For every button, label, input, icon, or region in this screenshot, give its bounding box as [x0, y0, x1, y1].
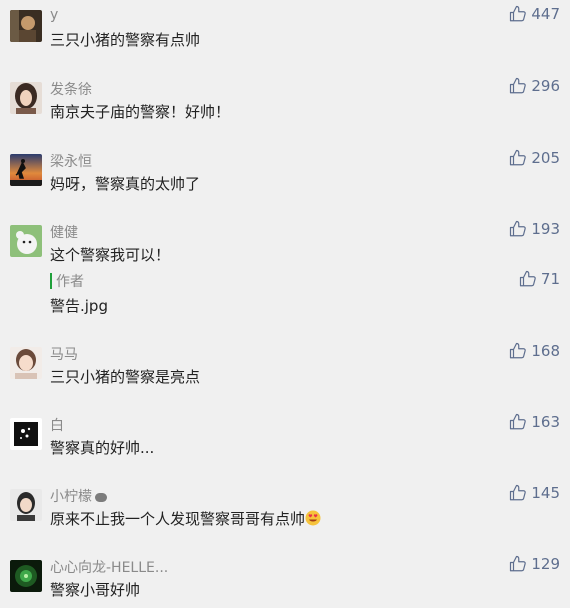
thumbs-up-icon: [510, 77, 527, 94]
comment-text: 原来不止我一个人发现警察哥哥有点帅: [50, 508, 321, 529]
avatar[interactable]: [10, 418, 42, 450]
user-badge-icon: [95, 492, 107, 502]
like-count: 447: [531, 5, 560, 23]
like-button[interactable]: 145: [509, 484, 560, 502]
reply-text: 警告.jpg: [50, 297, 108, 315]
avatar[interactable]: [10, 10, 42, 42]
nickname[interactable]: y: [50, 7, 58, 23]
avatar-icon: [10, 154, 42, 186]
nickname-text: 小柠檬: [50, 489, 92, 505]
like-button[interactable]: 205: [509, 149, 560, 167]
smiling-face-with-heart-eyes-icon: [305, 510, 321, 526]
like-button[interactable]: 447: [509, 5, 560, 23]
thumbs-up-icon: [510, 149, 527, 166]
nickname[interactable]: 梁永恒: [50, 151, 92, 171]
like-count: 129: [531, 555, 560, 573]
avatar-icon: [10, 347, 42, 379]
avatar[interactable]: [10, 489, 42, 521]
nickname[interactable]: 小柠檬: [50, 486, 107, 506]
comment-text: 三只小猪的警察是亮点: [50, 368, 201, 386]
like-count: 168: [531, 342, 560, 360]
like-count: 71: [540, 270, 560, 288]
thumbs-up-icon: [510, 342, 527, 359]
comment-text: 警察小哥好帅: [50, 581, 141, 599]
thumbs-up-icon: [510, 555, 527, 572]
like-button[interactable]: 129: [509, 555, 560, 573]
avatar[interactable]: [10, 154, 42, 186]
thumbs-up-icon: [510, 5, 527, 22]
comment-text: 妈呀，警察真的太帅了: [50, 175, 201, 193]
like-button[interactable]: 193: [509, 220, 560, 238]
avatar[interactable]: [10, 560, 42, 592]
avatar-icon: [10, 10, 42, 42]
like-count: 163: [531, 413, 560, 431]
avatar-icon: [10, 82, 42, 114]
thumbs-up-icon: [510, 484, 527, 501]
avatar[interactable]: [10, 347, 42, 379]
reply-indicator-bar: [50, 273, 52, 289]
like-count: 145: [531, 484, 560, 502]
like-count: 205: [531, 149, 560, 167]
avatar-icon: [10, 560, 42, 592]
like-count: 193: [531, 220, 560, 238]
nickname[interactable]: 心心向龙-HELLE...: [50, 557, 168, 577]
comment-text-content: 原来不止我一个人发现警察哥哥有点帅: [50, 510, 306, 528]
avatar[interactable]: [10, 82, 42, 114]
avatar[interactable]: [10, 225, 42, 257]
thumbs-up-icon: [519, 270, 536, 287]
comment-text: 南京夫子庙的警察！好帅！: [50, 103, 231, 121]
comment-text: 三只小猪的警察有点帅: [50, 31, 201, 49]
nickname[interactable]: 白: [50, 415, 64, 435]
nickname[interactable]: 发条徐: [50, 79, 92, 99]
avatar-icon: [10, 489, 42, 521]
like-button[interactable]: 163: [509, 413, 560, 431]
reply-author: 作者: [56, 274, 84, 290]
comment-text: 警察真的好帅...: [50, 439, 155, 457]
like-count: 296: [531, 77, 560, 95]
like-button[interactable]: 168: [509, 342, 560, 360]
reply-like-button[interactable]: 71: [519, 270, 560, 288]
nickname[interactable]: 马马: [50, 344, 78, 364]
avatar-icon: [10, 225, 42, 257]
nickname[interactable]: 健健: [50, 222, 78, 242]
thumbs-up-icon: [510, 413, 527, 430]
comment-text: 这个警察我可以！: [50, 246, 171, 264]
like-button[interactable]: 296: [509, 77, 560, 95]
avatar-icon: [10, 418, 42, 450]
thumbs-up-icon: [510, 220, 527, 237]
